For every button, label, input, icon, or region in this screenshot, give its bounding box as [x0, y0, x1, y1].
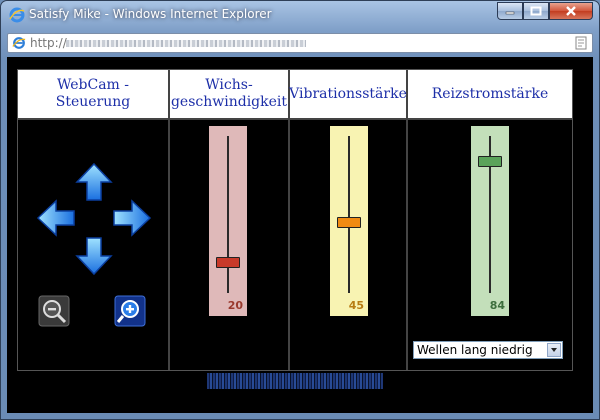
control-panels: WebCam - Steuerung Wichs- geschwindigkei… [17, 69, 573, 371]
current-slider[interactable]: 84 [471, 126, 509, 316]
vibration-slider-track [348, 136, 350, 293]
page-content: WebCam - Steuerung Wichs- geschwindigkei… [7, 57, 593, 413]
page-icon[interactable] [575, 36, 587, 50]
speed-slider-track [227, 136, 229, 293]
title-bar[interactable]: Satisfy Mike - Windows Internet Explorer [1, 1, 599, 29]
zoom-out-icon[interactable] [38, 295, 70, 327]
maximize-icon [530, 6, 542, 16]
close-icon [566, 6, 576, 16]
footer-obscured-text [207, 373, 383, 389]
address-url-obscured [66, 40, 306, 47]
wave-mode-value: Wellen lang niedrig [417, 343, 533, 357]
window-controls [497, 2, 593, 20]
arrow-left-icon[interactable] [36, 198, 76, 238]
vibration-panel-title: Vibrationsstärke [289, 70, 407, 120]
arrow-up-icon[interactable] [74, 162, 114, 202]
address-bar[interactable]: http:// [7, 33, 593, 53]
minimize-icon [505, 11, 515, 15]
minimize-button[interactable] [497, 2, 523, 20]
speed-slider-thumb[interactable] [216, 256, 240, 268]
address-url-prefix: http:// [30, 36, 67, 50]
speed-title-line2: geschwindigkeit [170, 94, 288, 110]
arrow-right-icon[interactable] [112, 198, 152, 238]
ie-page-icon [12, 37, 26, 49]
speed-title-line1: Wichs- [205, 77, 253, 93]
webcam-panel: WebCam - Steuerung [18, 70, 170, 370]
window-title: Satisfy Mike - Windows Internet Explorer [29, 7, 272, 21]
current-panel: Reizstromstärke 84 [408, 70, 572, 370]
maximize-button[interactable] [523, 2, 549, 20]
vibration-slider-thumb[interactable] [337, 217, 361, 229]
speed-slider[interactable]: 20 [209, 126, 247, 316]
chevron-down-icon [551, 348, 557, 352]
wave-mode-select[interactable]: Wellen lang niedrig [413, 341, 563, 359]
speed-panel: Wichs-geschwindigkeit 20 [170, 70, 290, 370]
current-panel-title: Reizstromstärke [408, 70, 572, 120]
ie-app-icon [9, 7, 25, 23]
speed-panel-title: Wichs-geschwindigkeit [170, 70, 288, 120]
close-button[interactable] [549, 2, 593, 20]
webcam-panel-title: WebCam - Steuerung [18, 70, 168, 120]
vibration-slider[interactable]: 45 [330, 126, 368, 316]
vibration-panel: Vibrationsstärke 45 [289, 70, 408, 370]
current-slider-thumb[interactable] [478, 156, 502, 168]
speed-value: 20 [227, 299, 243, 312]
zoom-in-icon[interactable] [114, 295, 146, 327]
current-value: 84 [489, 299, 505, 312]
dropdown-button[interactable] [547, 343, 561, 357]
arrow-down-icon[interactable] [74, 236, 114, 276]
browser-window: Satisfy Mike - Windows Internet Explorer… [0, 0, 600, 420]
vibration-value: 45 [348, 299, 364, 312]
